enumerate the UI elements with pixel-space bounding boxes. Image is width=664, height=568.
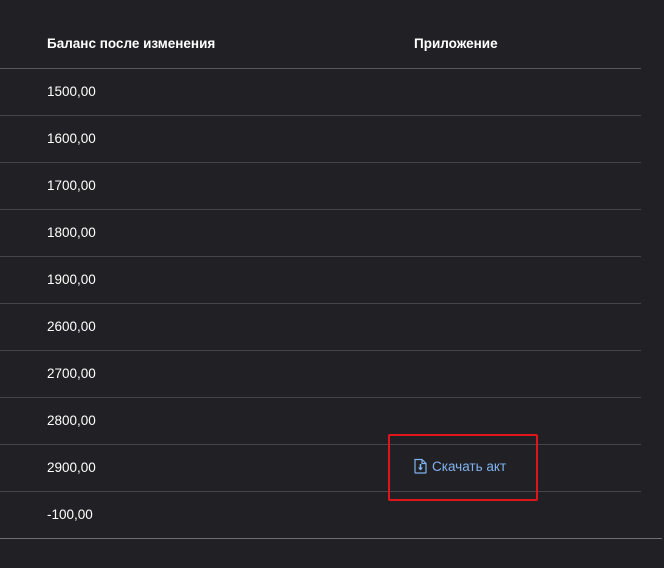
table-row: 2800,00 — [0, 398, 641, 445]
table-row: 1900,00 — [0, 257, 641, 304]
table-row: 1600,00 — [0, 116, 641, 163]
table-row: 1800,00 — [0, 210, 641, 257]
balance-cell: 1700,00 — [47, 178, 96, 193]
table-header: Баланс после изменения Приложение — [0, 20, 641, 69]
balance-cell: 1800,00 — [47, 225, 96, 240]
download-act-link[interactable]: Скачать акт — [413, 458, 506, 474]
table-row: 2600,00 — [0, 304, 641, 351]
table-row: 2900,00 Скачать акт — [0, 445, 641, 492]
table-row: 1500,00 — [0, 69, 641, 116]
transactions-table: Баланс после изменения Приложение 1500,0… — [0, 20, 641, 538]
column-header-balance: Баланс после изменения — [47, 36, 216, 51]
balance-cell: 2600,00 — [47, 319, 96, 334]
table-row: 2700,00 — [0, 351, 641, 398]
balance-cell: 2900,00 — [47, 460, 96, 475]
table-row: 1700,00 — [0, 163, 641, 210]
column-header-attachment: Приложение — [414, 36, 498, 51]
balance-cell: -100,00 — [47, 507, 93, 522]
balance-cell: 1600,00 — [47, 131, 96, 146]
table-row: -100,00 — [0, 492, 641, 538]
balance-cell: 2800,00 — [47, 413, 96, 428]
balance-cell: 2700,00 — [47, 366, 96, 381]
table-bottom-divider — [0, 538, 662, 539]
balance-cell: 1500,00 — [47, 84, 96, 99]
download-act-label: Скачать акт — [432, 458, 507, 474]
balance-cell: 1900,00 — [47, 272, 96, 287]
download-document-icon — [414, 458, 427, 474]
